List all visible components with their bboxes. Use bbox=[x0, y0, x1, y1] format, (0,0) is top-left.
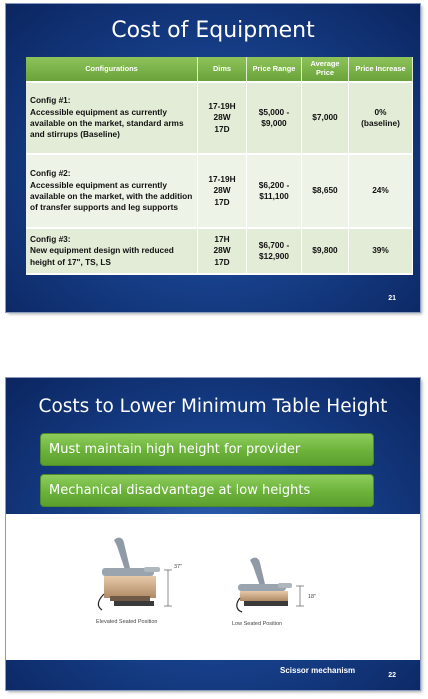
slide-title: Cost of Equipment bbox=[111, 18, 315, 43]
dim-width: 28W bbox=[213, 112, 231, 123]
config-cell: Config #2: Accessible equipment as curre… bbox=[26, 155, 198, 229]
dim-height: 17H bbox=[214, 233, 230, 244]
dims-cell: 17H 28W 17D bbox=[198, 229, 247, 275]
table-row: Config #1: Accessible equipment as curre… bbox=[26, 83, 413, 155]
slide-number: 22 bbox=[388, 672, 396, 679]
price-low: $6,700 - bbox=[258, 239, 290, 250]
config-title: Config #3: bbox=[30, 233, 71, 244]
config-cell: Config #1: Accessible equipment as curre… bbox=[26, 83, 198, 155]
footer-note: Scissor mechanism bbox=[280, 666, 356, 675]
average-price-cell: $8,650 bbox=[302, 155, 349, 229]
dimension-label-low: 18" bbox=[308, 594, 317, 600]
price-increase-cell: 39% bbox=[349, 229, 413, 275]
increase-value: 24% bbox=[372, 185, 389, 196]
increase-note: (baseline) bbox=[361, 118, 400, 128]
header-price-increase: Price Increase bbox=[349, 57, 413, 83]
table-header-row: Configurations Dims Price Range Average … bbox=[26, 57, 413, 83]
table-row: Config #3: New equipment design with red… bbox=[26, 229, 413, 275]
config-cell: Config #3: New equipment design with red… bbox=[26, 229, 198, 275]
caption-elevated: Elevated Seated Position bbox=[96, 619, 158, 625]
dim-depth: 17D bbox=[214, 123, 230, 134]
price-increase-cell: 0% (baseline) bbox=[349, 83, 413, 155]
dimension-label-elevated: 37" bbox=[174, 564, 183, 570]
bullet-maintain-height: Must maintain high height for provider bbox=[40, 433, 374, 466]
config-description: New equipment design with reduced height… bbox=[30, 245, 174, 267]
price-high: $12,900 bbox=[259, 251, 289, 261]
average-price-cell: $9,800 bbox=[302, 229, 349, 275]
price-range-cell: $6,700 - $12,900 bbox=[247, 229, 302, 275]
slide-title: Costs to Lower Minimum Table Height bbox=[38, 396, 388, 417]
config-description: Accessible equipment as currently availa… bbox=[30, 106, 184, 140]
bullet-mechanical-disadvantage: Mechanical disadvantage at low heights bbox=[40, 474, 374, 507]
price-high: $11,100 bbox=[259, 191, 289, 201]
elevated-exam-table-image bbox=[97, 537, 172, 611]
price-range-cell: $6,200 - $11,100 bbox=[247, 155, 302, 229]
table-row: Config #2: Accessible equipment as curre… bbox=[26, 155, 413, 229]
price-increase-cell: 24% bbox=[349, 155, 413, 229]
increase-value: 39% bbox=[372, 245, 389, 256]
dims-cell: 17-19H 28W 17D bbox=[198, 155, 247, 229]
header-price-range: Price Range bbox=[247, 57, 302, 83]
dim-height: 17-19H bbox=[208, 100, 236, 111]
dim-depth: 17D bbox=[214, 256, 230, 267]
dim-height: 17-19H bbox=[208, 173, 236, 184]
header-configurations: Configurations bbox=[26, 57, 198, 83]
average-price-cell: $7,000 bbox=[302, 83, 349, 155]
slide-number: 21 bbox=[388, 295, 396, 302]
header-dims: Dims bbox=[198, 57, 247, 83]
header-average-price: Average Price bbox=[302, 57, 349, 83]
price-low: $5,000 - bbox=[258, 106, 290, 117]
increase-value: 0% bbox=[374, 106, 387, 117]
caption-low: Low Seated Position bbox=[232, 621, 283, 627]
price-range-cell: $5,000 - $9,000 bbox=[247, 83, 302, 155]
config-title: Config #1: bbox=[30, 95, 71, 106]
price-low: $6,200 - bbox=[258, 179, 290, 190]
slide-costs-lower-height: Costs to Lower Minimum Table Height Must… bbox=[6, 378, 420, 690]
dim-depth: 17D bbox=[214, 196, 230, 207]
price-high: $9,000 bbox=[261, 118, 287, 128]
low-exam-table-image bbox=[236, 557, 304, 613]
equipment-cost-table: Configurations Dims Price Range Average … bbox=[26, 57, 413, 275]
config-title: Config #2: bbox=[30, 168, 71, 179]
exam-table-photos: 37" Elevated Seated Position 18" Low Sea… bbox=[6, 514, 420, 660]
dim-width: 28W bbox=[213, 245, 231, 256]
slide-cost-of-equipment: Cost of Equipment Configurations Dims Pr… bbox=[6, 4, 420, 312]
dims-cell: 17-19H 28W 17D bbox=[198, 83, 247, 155]
dim-width: 28W bbox=[213, 185, 231, 196]
config-description: Accessible equipment as currently availa… bbox=[30, 179, 193, 213]
